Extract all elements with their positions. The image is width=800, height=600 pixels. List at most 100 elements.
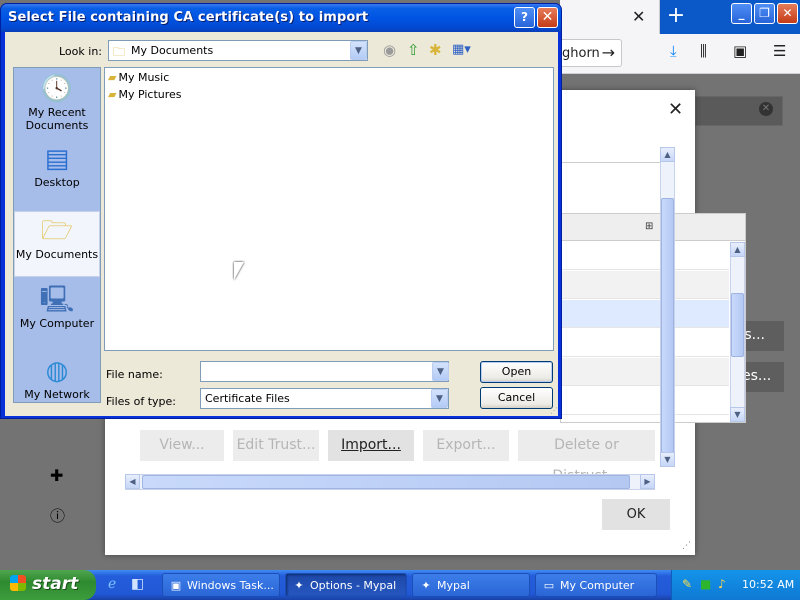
place-label: Desktop xyxy=(34,176,80,189)
resize-grip-icon[interactable]: ⋰ xyxy=(550,406,558,415)
view-button[interactable]: View... xyxy=(140,430,224,461)
list-item[interactable]: ▰ My Pictures xyxy=(108,88,182,105)
dialog-body: Look in: 🗀 My Documents ▼ ◉ ⇧ ✱ ▦▾ 🕓 My … xyxy=(5,32,558,416)
chevron-down-icon[interactable]: ▼ xyxy=(431,389,448,408)
dialog-title: Select File containing CA certificate(s)… xyxy=(8,10,369,25)
list-item[interactable]: ▰ My Music xyxy=(108,71,169,88)
import-button[interactable]: Import... xyxy=(328,430,414,461)
dialog-horizontal-scrollbar[interactable]: ◀ ▶ xyxy=(125,474,655,490)
close-button[interactable]: ✕ xyxy=(537,7,558,28)
table-row[interactable] xyxy=(561,271,729,299)
list-vertical-scrollbar[interactable]: ▲ ▼ xyxy=(730,242,745,422)
url-bar[interactable]: ghorn → xyxy=(560,39,622,67)
quick-launch-icon[interactable]: ◧ xyxy=(131,576,144,592)
taskbar-button-my-computer[interactable]: ▭ My Computer xyxy=(535,573,657,597)
scroll-up-icon[interactable]: ▲ xyxy=(730,242,745,257)
task-label: Windows Task... xyxy=(187,579,274,592)
folder-icon: ▰ xyxy=(108,88,117,101)
cancel-button[interactable]: Cancel xyxy=(480,387,553,409)
certificate-list[interactable]: ▲ ▼ xyxy=(560,213,746,423)
start-button[interactable]: start xyxy=(0,570,96,600)
scroll-left-icon[interactable]: ◀ xyxy=(125,474,140,489)
windows-logo-icon xyxy=(10,575,26,591)
place-my-documents[interactable]: 🗁 My Documents xyxy=(14,211,100,277)
sidebar-icon[interactable]: ▣ xyxy=(733,42,747,60)
new-folder-icon[interactable]: ✱ xyxy=(429,42,442,58)
files-of-type-label: Files of type: xyxy=(106,395,177,408)
maximize-button[interactable]: ❐ xyxy=(754,3,775,24)
my-computer-icon: ▭ xyxy=(543,579,555,592)
place-label: My Network xyxy=(24,388,90,401)
extensions-puzzle-icon[interactable]: ✚ xyxy=(50,466,63,485)
new-tab-button[interactable]: + xyxy=(664,2,688,30)
ok-button[interactable]: OK xyxy=(602,499,670,530)
help-button[interactable]: ? xyxy=(514,7,535,28)
tray-status-icon[interactable]: ■ xyxy=(700,577,711,591)
folder-icon: ▰ xyxy=(108,71,117,84)
clear-search-icon[interactable]: ✕ xyxy=(759,102,773,116)
scroll-right-icon[interactable]: ▶ xyxy=(640,474,655,489)
delete-or-distrust-button[interactable]: Delete or Distrust... xyxy=(518,430,655,484)
views-menu-icon[interactable]: ▦▾ xyxy=(452,42,471,58)
table-row[interactable] xyxy=(561,242,729,270)
download-icon[interactable]: ⤓ xyxy=(670,42,677,60)
menu-icon[interactable]: ☰ xyxy=(773,42,786,60)
minimize-button[interactable]: _ xyxy=(731,3,752,24)
clock[interactable]: 10:52 AM xyxy=(742,578,794,591)
scroll-down-icon[interactable]: ▼ xyxy=(660,452,675,467)
export-button[interactable]: Export... xyxy=(423,430,509,461)
mouse-cursor-icon xyxy=(234,262,244,280)
look-in-label: Look in: xyxy=(59,45,102,58)
help-icon[interactable]: ⓘ xyxy=(50,505,65,526)
column-picker-icon[interactable]: ⊞ xyxy=(645,221,653,232)
scroll-down-icon[interactable]: ▼ xyxy=(730,407,745,422)
scrollbar-thumb[interactable] xyxy=(142,475,630,489)
chevron-down-icon[interactable]: ▼ xyxy=(432,362,449,381)
file-list[interactable]: ▰ My Music ▰ My Pictures xyxy=(104,67,554,351)
place-my-network[interactable]: ◍ My Network xyxy=(14,356,100,404)
place-my-recent-documents[interactable]: 🕓 My Recent Documents xyxy=(14,74,100,136)
import-label: Import... xyxy=(341,437,401,453)
dialog-title-bar[interactable]: Select File containing CA certificate(s)… xyxy=(1,4,561,32)
file-name: My Music xyxy=(118,71,170,84)
up-one-level-icon[interactable]: ⇧ xyxy=(407,42,420,58)
place-desktop[interactable]: ▤ Desktop xyxy=(14,144,100,200)
mypal-icon: ✦ xyxy=(294,579,304,592)
place-label: My Recent Documents xyxy=(25,106,89,132)
files-of-type-dropdown[interactable]: Certificate Files ▼ xyxy=(200,388,449,409)
tab-close-icon[interactable]: ✕ xyxy=(632,7,645,26)
table-row[interactable] xyxy=(561,358,729,386)
place-label: My Computer xyxy=(19,317,95,330)
dialog-close-icon[interactable]: ✕ xyxy=(668,99,683,120)
look-in-dropdown[interactable]: 🗀 My Documents ▼ xyxy=(108,40,368,61)
dialog-vertical-scrollbar[interactable]: ▲ ▼ xyxy=(660,147,675,467)
go-arrow-icon[interactable]: → xyxy=(602,43,615,62)
file-name-input[interactable] xyxy=(200,361,449,382)
place-my-computer[interactable]: 🖳 My Computer xyxy=(14,285,100,345)
system-tray: ✎ ■ ♪ 10:52 AM xyxy=(671,570,800,600)
scrollbar-thumb[interactable] xyxy=(661,198,674,453)
taskbar-button-options-mypal[interactable]: ✦ Options - Mypal xyxy=(285,573,407,597)
internet-explorer-icon[interactable]: ℯ xyxy=(108,576,116,592)
chevron-down-icon[interactable]: ▼ xyxy=(350,41,367,60)
edit-trust-button[interactable]: Edit Trust... xyxy=(233,430,319,461)
back-icon[interactable]: ◉ xyxy=(383,42,396,58)
url-text: ghorn xyxy=(562,46,600,61)
tray-network-icon[interactable]: ✎ xyxy=(682,577,692,591)
resize-grip-icon[interactable]: ⋰ xyxy=(682,541,691,551)
tray-volume-icon[interactable]: ♪ xyxy=(718,577,726,591)
taskbar-button-mypal[interactable]: ✦ Mypal xyxy=(412,573,530,597)
scroll-up-icon[interactable]: ▲ xyxy=(660,147,675,162)
taskbar-button-task-manager[interactable]: ▣ Windows Task... xyxy=(162,573,280,597)
file-name-label: File name: xyxy=(106,368,163,381)
table-row[interactable] xyxy=(561,329,729,357)
my-documents-icon: 🗁 xyxy=(40,216,74,246)
window-close-button[interactable]: ✕ xyxy=(777,3,798,24)
table-row[interactable] xyxy=(561,300,729,328)
task-label: Options - Mypal xyxy=(310,579,397,592)
scrollbar-thumb[interactable] xyxy=(731,293,744,357)
library-icon[interactable]: ⫼ xyxy=(700,42,707,60)
table-row[interactable] xyxy=(561,387,729,415)
open-button[interactable]: Open xyxy=(480,361,553,383)
desktop-icon: ▤ xyxy=(44,144,70,174)
